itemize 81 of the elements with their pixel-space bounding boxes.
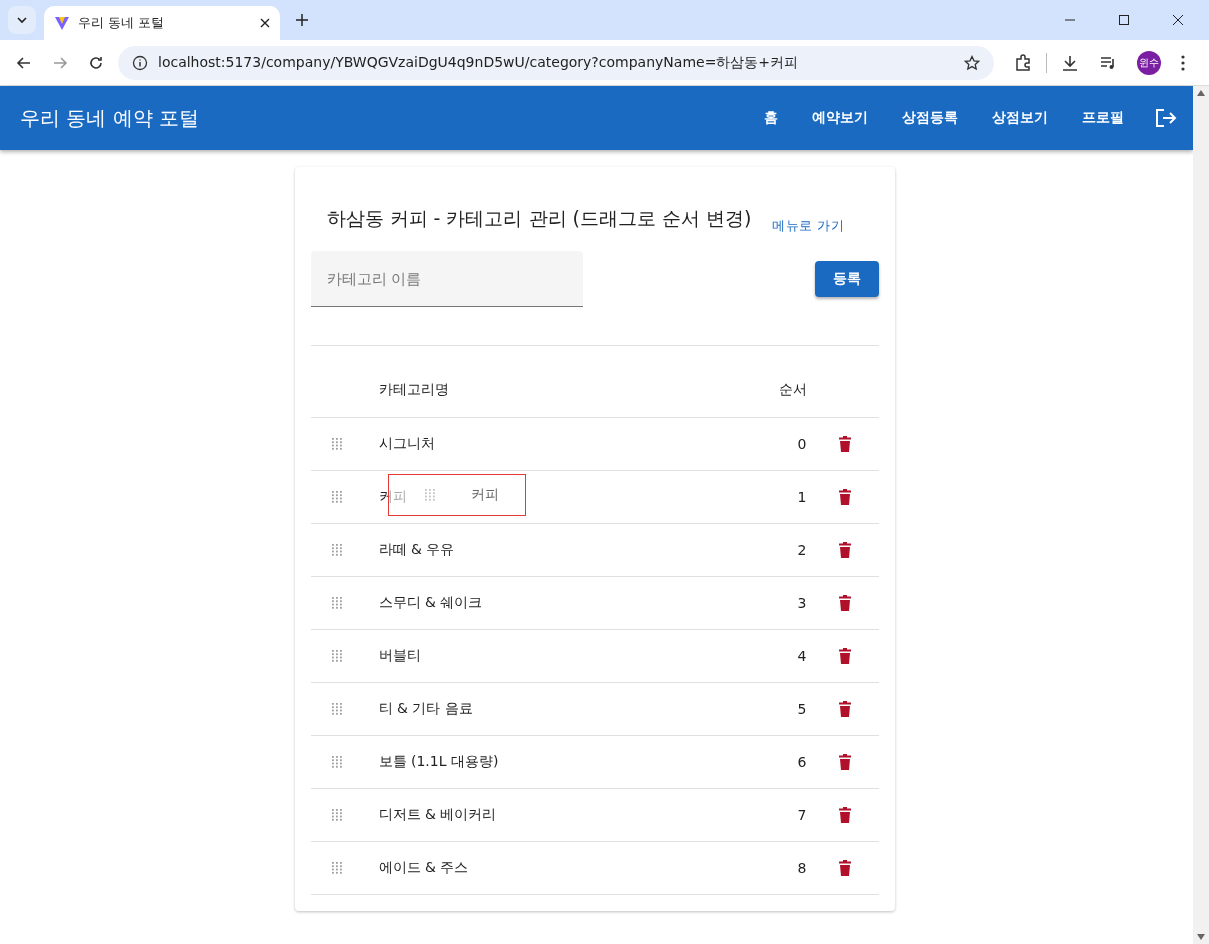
category-order: 8 [796, 860, 807, 876]
nav-button[interactable]: 예약보기 [800, 103, 880, 133]
nav-button[interactable]: 상점등록 [890, 103, 970, 133]
category-row[interactable]: 라떼 & 우유 2 [310, 524, 879, 577]
delete-icon[interactable] [838, 595, 851, 611]
column-header: 순서 [777, 380, 807, 399]
close-icon[interactable] [1172, 14, 1184, 26]
category-order: 3 [796, 595, 807, 611]
delete-icon[interactable] [838, 807, 851, 823]
delete-icon[interactable] [838, 754, 851, 770]
drag-handle-icon[interactable] [331, 756, 342, 768]
maximize-icon[interactable] [1118, 14, 1130, 26]
scroll-down-icon[interactable] [1197, 934, 1205, 940]
menu-link[interactable]: 메뉴로 가기 [772, 217, 845, 235]
column-header: 카테고리명 [377, 380, 450, 399]
category-row[interactable]: 시그니처 0 [310, 418, 879, 471]
info-icon [132, 54, 148, 71]
category-row[interactable]: 보틀 (1.1L 대용량) 6 [310, 736, 879, 789]
delete-icon[interactable] [838, 860, 851, 876]
category-order: 0 [796, 436, 807, 452]
card-title: 하삼동 커피 - 카테고리 관리 (드래그로 순서 변경) [326, 206, 753, 231]
star-icon[interactable] [964, 54, 980, 71]
nav-button[interactable]: 상점보기 [980, 103, 1060, 133]
nav-button[interactable]: 프로필 [1070, 103, 1136, 133]
close-icon[interactable] [260, 18, 270, 28]
download-icon[interactable] [1061, 53, 1079, 72]
nav-button[interactable]: 홈 [752, 103, 790, 133]
caret-icon [16, 14, 28, 26]
category-name: 라떼 & 우유 [378, 541, 455, 557]
category-order: 4 [796, 648, 807, 664]
tab-search-button[interactable] [8, 6, 36, 34]
delete-icon[interactable] [838, 648, 851, 664]
new-tab-icon[interactable] [296, 14, 308, 26]
category-order: 5 [796, 701, 807, 717]
category-row[interactable]: 디저트 & 베이커리 7 [310, 789, 879, 842]
category-order: 1 [796, 489, 807, 505]
category-row[interactable]: 티 & 기타 음료 5 [310, 683, 879, 736]
drag-handle-icon[interactable] [331, 491, 342, 503]
category-name: 보틀 (1.1L 대용량) [378, 753, 499, 769]
forward-icon[interactable] [52, 54, 68, 71]
profile-avatar[interactable]: 윈수 [1137, 50, 1161, 75]
drag-handle-icon[interactable] [331, 703, 342, 715]
category-row[interactable]: 스무디 & 쉐이크 3 [310, 577, 879, 630]
category-name: 티 & 기타 음료 [378, 700, 473, 716]
category-row[interactable]: 에이드 & 주스 8 [310, 842, 879, 895]
category-row[interactable]: 버블티 4 [310, 630, 879, 683]
scroll-up-icon[interactable] [1197, 90, 1205, 96]
register-button[interactable]: 등록 [814, 261, 879, 297]
drag-handle-icon[interactable] [331, 650, 342, 662]
browser-tab[interactable]: 우리 동네 포털 [44, 6, 280, 40]
category-order: 7 [796, 807, 807, 823]
drag-preview-label: 커피 [470, 486, 499, 504]
category-name: 디저트 & 베이커리 [378, 806, 497, 822]
drag-handle-icon [424, 489, 435, 501]
category-order: 6 [796, 754, 807, 770]
more-icon[interactable] [1181, 54, 1185, 71]
back-icon[interactable] [16, 54, 32, 71]
url-text: localhost:5173/company/YBWQGVzaiDgU4q9nD5wU/category?companyName=하삼동+커피 [158, 53, 799, 72]
delete-icon[interactable] [838, 542, 851, 558]
category-name: 시그니처 [378, 435, 435, 451]
category-name-field[interactable]: 카테고리 이름 [310, 251, 583, 307]
delete-icon[interactable] [838, 489, 851, 505]
logo-icon [54, 15, 70, 31]
category-name: 에이드 & 주스 [378, 859, 469, 875]
scrollbar[interactable] [1193, 86, 1209, 944]
drag-handle-icon[interactable] [331, 438, 342, 450]
reload-icon[interactable] [88, 54, 104, 71]
delete-icon[interactable] [838, 701, 851, 717]
app-title: 우리 동네 예약 포털 [20, 104, 200, 132]
delete-icon[interactable] [838, 436, 851, 452]
drag-handle-icon[interactable] [331, 544, 342, 556]
drag-handle-icon[interactable] [331, 809, 342, 821]
logout-icon[interactable] [1155, 108, 1177, 128]
drag-handle-icon[interactable] [331, 862, 342, 874]
drag-handle-icon[interactable] [331, 597, 342, 609]
category-name: 스무디 & 쉐이크 [378, 594, 483, 610]
tab-title: 우리 동네 포털 [78, 14, 166, 32]
category-name: 버블티 [378, 647, 421, 663]
category-order: 2 [796, 542, 807, 558]
address-bar[interactable]: localhost:5173/company/YBWQGVzaiDgU4q9nD5wU/category?companyName=하삼동+커피 [118, 45, 994, 80]
puzzle-icon[interactable] [1014, 53, 1032, 72]
